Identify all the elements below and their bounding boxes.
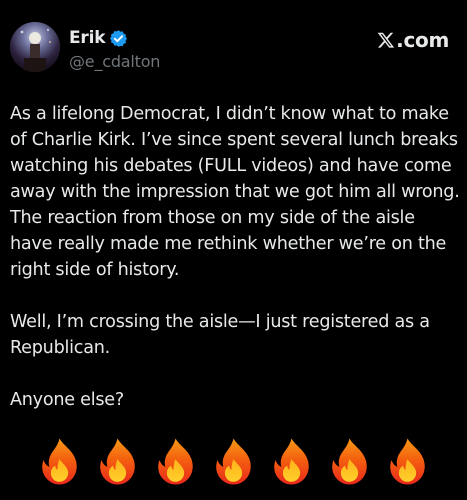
avatar[interactable]: [10, 22, 60, 72]
fire-emoji-icon: [274, 438, 309, 485]
tweet-paragraph-3: Anyone else?: [10, 390, 124, 410]
x-logo-icon: [377, 32, 395, 48]
author-handle[interactable]: @e_cdalton: [69, 52, 160, 71]
fire-emoji-icon: [216, 438, 251, 485]
fire-emoji-icon: [332, 438, 367, 485]
author-name[interactable]: Erik: [69, 28, 106, 48]
brand-domain: .com: [396, 28, 449, 52]
fire-emoji-icon: [42, 438, 77, 485]
fire-emoji-icon: [158, 438, 193, 485]
author-name-row: Erik: [69, 27, 160, 49]
tweet-paragraph-1: As a lifelong Democrat, I didn’t know wh…: [10, 104, 460, 280]
avatar-image: [10, 22, 60, 72]
tweet-card: Erik @e_cdalton .com As a lifelong Democ…: [0, 0, 467, 500]
verified-badge-icon: [109, 29, 128, 48]
emoji-row: [36, 437, 431, 487]
tweet-text: As a lifelong Democrat, I didn’t know wh…: [10, 101, 460, 413]
author-info: Erik @e_cdalton: [69, 27, 160, 71]
tweet-paragraph-2: Well, I’m crossing the aisle—I just regi…: [10, 312, 430, 358]
fire-emoji-icon: [390, 438, 425, 485]
fire-emoji-icon: [100, 438, 135, 485]
brand-watermark: .com: [377, 28, 449, 52]
